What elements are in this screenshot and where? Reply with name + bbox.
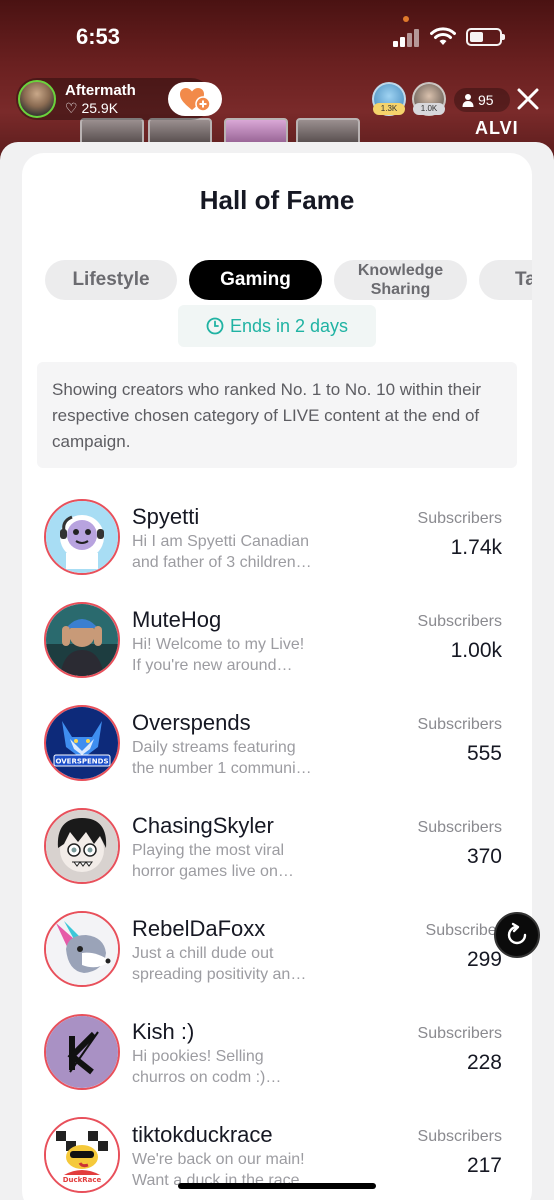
list-item[interactable]: MuteHog Hi! Welcome to my Live! If you'r… — [22, 596, 532, 696]
subscribers-count: 217 — [466, 1154, 502, 1177]
creator-bio-line: Playing the most viral — [132, 842, 285, 859]
creator-bio-line: Hi! Welcome to my Live! — [132, 636, 305, 653]
heart-plus-icon — [180, 88, 211, 112]
status-time: 6:53 — [76, 24, 121, 49]
host-info-pill[interactable]: Aftermath ♡ 25.9K — [16, 78, 222, 120]
creator-name: Spyetti — [132, 504, 200, 529]
creator-bio-line: spreading positivity an… — [132, 966, 307, 983]
replay-button[interactable] — [494, 912, 540, 958]
creator-bio-line: Daily streams featuring — [132, 739, 296, 756]
creator-bio-line: We're back on our main! — [132, 1151, 305, 1168]
home-indicator[interactable] — [178, 1183, 376, 1189]
viewer-count-value: 95 — [478, 92, 494, 108]
host-avatar[interactable] — [18, 80, 56, 118]
creator-name: Overspends — [132, 710, 251, 735]
creator-name: RebelDaFoxx — [132, 916, 266, 941]
creator-avatar[interactable] — [44, 1014, 120, 1090]
countdown-text: Ends in 2 days — [229, 315, 349, 336]
stream-overlay-text: ALVI — [475, 118, 519, 138]
creator-bio: Hi pookies! Selling churros on codm :)… — [132, 1046, 332, 1088]
top-viewers[interactable]: 1.3K 1.0K — [372, 82, 452, 118]
subscribers-count: 299 — [466, 948, 502, 971]
creator-bio-line: Just a chill dude out — [132, 945, 274, 962]
refresh-icon — [507, 922, 527, 945]
wolf-logo-avatar-art: OVERSPENDS — [46, 707, 118, 779]
creator-name: ChasingSkyler — [132, 813, 274, 838]
fox-avatar-art — [46, 913, 118, 985]
creator-bio: Hi! Welcome to my Live! If you're new ar… — [132, 634, 332, 676]
creator-bio: Daily streams featuring the number 1 com… — [132, 737, 332, 779]
anime-face-avatar-art — [46, 810, 118, 882]
list-item[interactable]: Spyetti Hi I am Spyetti Canadian and fat… — [22, 493, 532, 593]
creator-bio: Playing the most viral horror games live… — [132, 840, 332, 882]
creator-bio: Hi I am Spyetti Canadian and father of 3… — [132, 531, 332, 573]
list-item[interactable]: RebelDaFoxx Just a chill dude out spread… — [22, 905, 532, 1005]
privacy-indicator-dot — [403, 16, 409, 22]
follow-host-button[interactable] — [168, 82, 222, 116]
creator-avatar[interactable] — [44, 499, 120, 575]
subscribers-label: Subscribers — [417, 510, 502, 527]
creator-avatar[interactable] — [44, 911, 120, 987]
campaign-countdown: Ends in 2 days — [178, 305, 376, 347]
ranking-notice: Showing creators who ranked No. 1 to No.… — [37, 362, 517, 468]
tab-lifestyle[interactable]: Lifestyle — [45, 260, 177, 300]
status-bar: 6:53 — [0, 0, 554, 72]
creator-avatar[interactable] — [44, 602, 120, 678]
clock-icon — [206, 317, 224, 335]
cellular-signal-icon — [393, 29, 423, 47]
tab-gaming[interactable]: Gaming — [189, 260, 322, 300]
creator-name: tiktokduckrace — [132, 1122, 273, 1147]
creator-bio-line: Hi I am Spyetti Canadian — [132, 533, 309, 550]
wifi-icon — [430, 27, 456, 45]
person-icon — [462, 94, 474, 107]
close-icon[interactable] — [515, 86, 541, 112]
battery-level-fill — [470, 32, 483, 42]
creator-name: Kish :) — [132, 1019, 195, 1044]
category-tabs: Lifestyle Gaming Knowledge Sharing Ta — [45, 260, 532, 302]
creator-avatar[interactable] — [44, 808, 120, 884]
creator-bio-line: horror games live on… — [132, 863, 294, 880]
creator-bio: Just a chill dude out spreading positivi… — [132, 943, 332, 985]
subscribers-label: Subscribers — [417, 613, 502, 630]
subscribers-count: 228 — [466, 1051, 502, 1074]
tab-partial[interactable]: Ta — [479, 260, 532, 300]
battery-icon — [466, 28, 505, 46]
creator-avatar[interactable]: DuckRace — [44, 1117, 120, 1193]
subscribers-label: Subscribers — [417, 1025, 502, 1042]
subscribers-label: Subscriber — [425, 922, 502, 939]
subscribers-label: Subscribers — [417, 716, 502, 733]
list-item[interactable]: Kish :) Hi pookies! Selling churros on c… — [22, 1008, 532, 1108]
bottom-sheet: Hall of Fame Lifestyle Gaming Knowledge … — [0, 142, 554, 1200]
subscribers-label: Subscribers — [417, 819, 502, 836]
tab-knowledge-sharing[interactable]: Knowledge Sharing — [334, 260, 467, 300]
host-likes: ♡ 25.9K — [65, 100, 119, 116]
creator-bio-line: If you're new around… — [132, 657, 293, 674]
duck-avatar-art: DuckRace — [46, 1119, 118, 1191]
creator-name: MuteHog — [132, 607, 222, 632]
hall-of-fame-card: Hall of Fame Lifestyle Gaming Knowledge … — [22, 153, 532, 1200]
subscribers-count: 370 — [466, 845, 502, 868]
photo-avatar-art — [46, 604, 118, 676]
subscribers-count: 1.00k — [450, 639, 502, 662]
page-title: Hall of Fame — [199, 185, 355, 215]
subscribers-count: 555 — [466, 742, 502, 765]
viewer-count[interactable]: 95 — [454, 88, 510, 112]
yeti-avatar-art — [46, 501, 118, 573]
viewer-badge: 1.3K — [373, 103, 405, 115]
k-logo-avatar-art — [46, 1016, 118, 1088]
list-item[interactable]: ChasingSkyler Playing the most viral hor… — [22, 802, 532, 902]
viewer-badge: 1.0K — [413, 103, 445, 115]
host-name: Aftermath — [65, 82, 136, 99]
creator-avatar[interactable]: OVERSPENDS — [44, 705, 120, 781]
list-item[interactable]: OVERSPENDS Overspends Daily streams feat… — [22, 699, 532, 799]
creator-bio-line: churros on codm :)… — [132, 1069, 282, 1086]
creator-bio-line: and father of 3 children… — [132, 554, 312, 571]
creator-bio-line: the number 1 communi… — [132, 760, 312, 777]
creator-bio-line: Hi pookies! Selling — [132, 1048, 264, 1065]
duckrace-logo-text: DuckRace — [63, 1176, 102, 1184]
subscribers-count: 1.74k — [450, 536, 502, 559]
overspends-logo-text: OVERSPENDS — [55, 758, 108, 766]
subscribers-label: Subscribers — [417, 1128, 502, 1145]
